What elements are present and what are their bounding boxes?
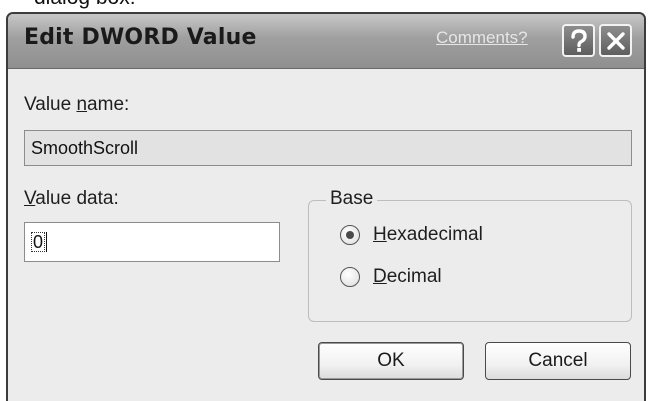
edit-dword-dialog: Edit DWORD Value Comments? Value name: S… xyxy=(6,12,646,401)
base-group-label: Base xyxy=(326,188,378,210)
value-name-label: Value name: xyxy=(24,94,130,115)
screenshot: dialog box: Edit DWORD Value Comments? V… xyxy=(0,0,649,401)
ok-button[interactable]: OK xyxy=(318,342,464,380)
comments-link[interactable]: Comments? xyxy=(436,28,528,48)
value-data-label: Value data: xyxy=(24,188,119,209)
radio-decimal-label: Decimal xyxy=(373,266,442,287)
value-name-text: SmoothScroll xyxy=(31,137,139,158)
value-data-input[interactable]: 0 xyxy=(24,222,280,262)
close-button[interactable] xyxy=(599,24,632,57)
caption-text: dialog box: xyxy=(34,0,136,10)
value-data-text: 0 xyxy=(31,232,46,252)
radio-button[interactable] xyxy=(340,225,360,245)
base-groupbox xyxy=(308,200,632,322)
radio-button[interactable] xyxy=(340,267,360,287)
help-button[interactable] xyxy=(562,24,595,57)
radio-hexadecimal[interactable]: Hexadecimal xyxy=(340,224,483,246)
radio-selected-dot xyxy=(346,231,354,239)
text-caret xyxy=(46,232,48,252)
question-mark-icon xyxy=(570,28,587,52)
title-bar[interactable]: Edit DWORD Value Comments? xyxy=(8,14,644,69)
radio-hexadecimal-label: Hexadecimal xyxy=(373,224,483,245)
value-name-field[interactable]: SmoothScroll xyxy=(24,130,632,166)
cancel-button[interactable]: Cancel xyxy=(485,342,631,380)
dialog-title: Edit DWORD Value xyxy=(24,25,257,50)
close-icon xyxy=(606,31,625,50)
radio-decimal[interactable]: Decimal xyxy=(340,266,442,288)
